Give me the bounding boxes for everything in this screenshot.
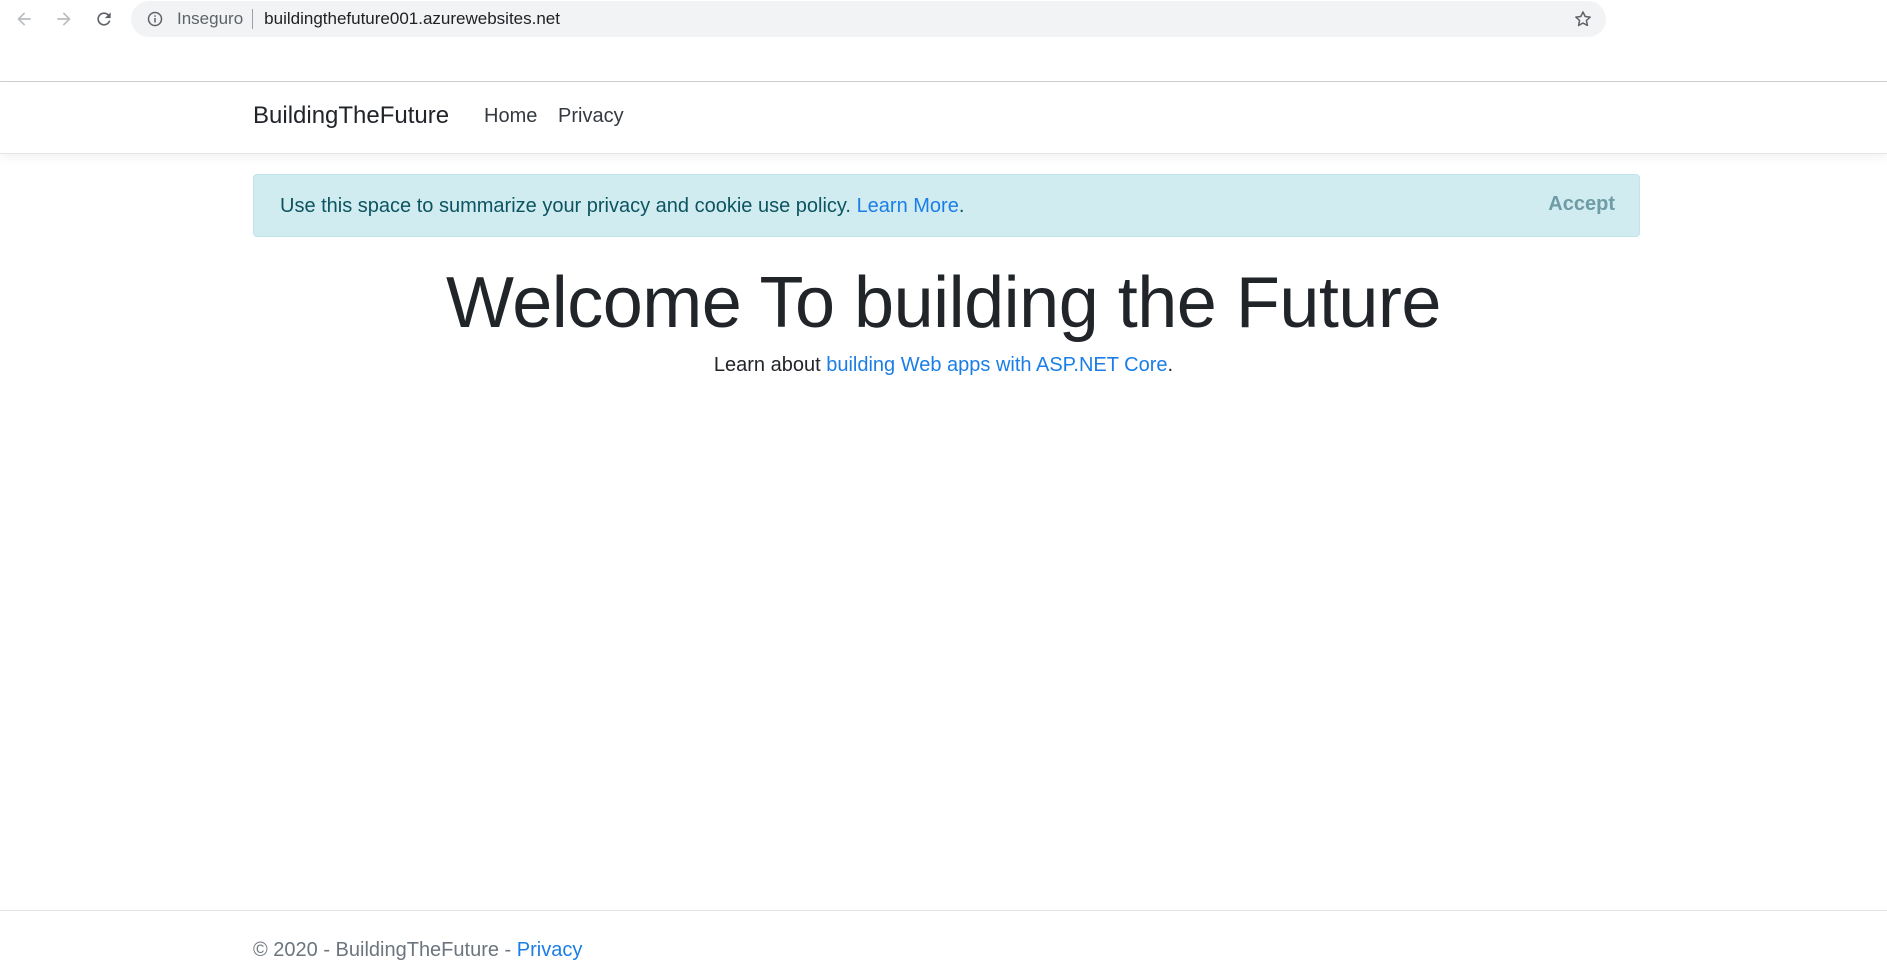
cookie-text-suffix: . xyxy=(958,195,965,217)
footer-privacy-link[interactable]: Privacy xyxy=(517,939,583,961)
site-footer: © 2020 - BuildingTheFuture - Privacy xyxy=(0,910,1887,980)
arrow-left-icon xyxy=(17,12,31,26)
site-navbar: BuildingTheFuture Home Privacy xyxy=(0,83,1887,154)
page-title: Welcome To building the Future xyxy=(446,263,1441,343)
cookie-policy-summary: Use this space to summarize your privacy… xyxy=(280,195,851,217)
nav-home-link[interactable]: Home xyxy=(484,105,537,128)
reload-button[interactable] xyxy=(91,6,117,32)
learn-suffix: . xyxy=(1167,354,1174,376)
cookie-consent-text: Use this space to summarize your privacy… xyxy=(280,195,964,218)
copyright-text: © 2020 - BuildingTheFuture - xyxy=(253,939,512,961)
back-button[interactable] xyxy=(11,6,37,32)
address-bar[interactable]: Inseguro buildingthefuture001.azurewebsi… xyxy=(131,1,1606,37)
star-icon[interactable] xyxy=(1573,9,1593,29)
accept-cookie-button[interactable]: Accept xyxy=(1548,193,1615,216)
nav-privacy-link[interactable]: Privacy xyxy=(558,105,624,128)
url-text[interactable]: buildingthefuture001.azurewebsites.net xyxy=(264,9,560,29)
aspnet-core-docs-link[interactable]: building Web apps with ASP.NET Core xyxy=(826,354,1167,376)
learn-prefix: Learn about xyxy=(713,354,821,376)
brand-link[interactable]: BuildingTheFuture xyxy=(253,102,449,130)
forward-button[interactable] xyxy=(51,6,77,32)
address-separator xyxy=(252,9,254,29)
security-status-label[interactable]: Inseguro xyxy=(177,9,243,29)
browser-toolbar: Inseguro buildingthefuture001.azurewebsi… xyxy=(0,0,1887,82)
reload-icon xyxy=(97,12,111,26)
learn-about-text: Learn about building Web apps with ASP.N… xyxy=(0,354,1887,377)
footer-text: © 2020 - BuildingTheFuture - Privacy xyxy=(253,939,582,962)
learn-more-link[interactable]: Learn More xyxy=(857,195,959,217)
info-icon[interactable] xyxy=(146,10,164,28)
cookie-consent-alert: Use this space to summarize your privacy… xyxy=(253,174,1640,237)
arrow-right-icon xyxy=(57,12,71,26)
